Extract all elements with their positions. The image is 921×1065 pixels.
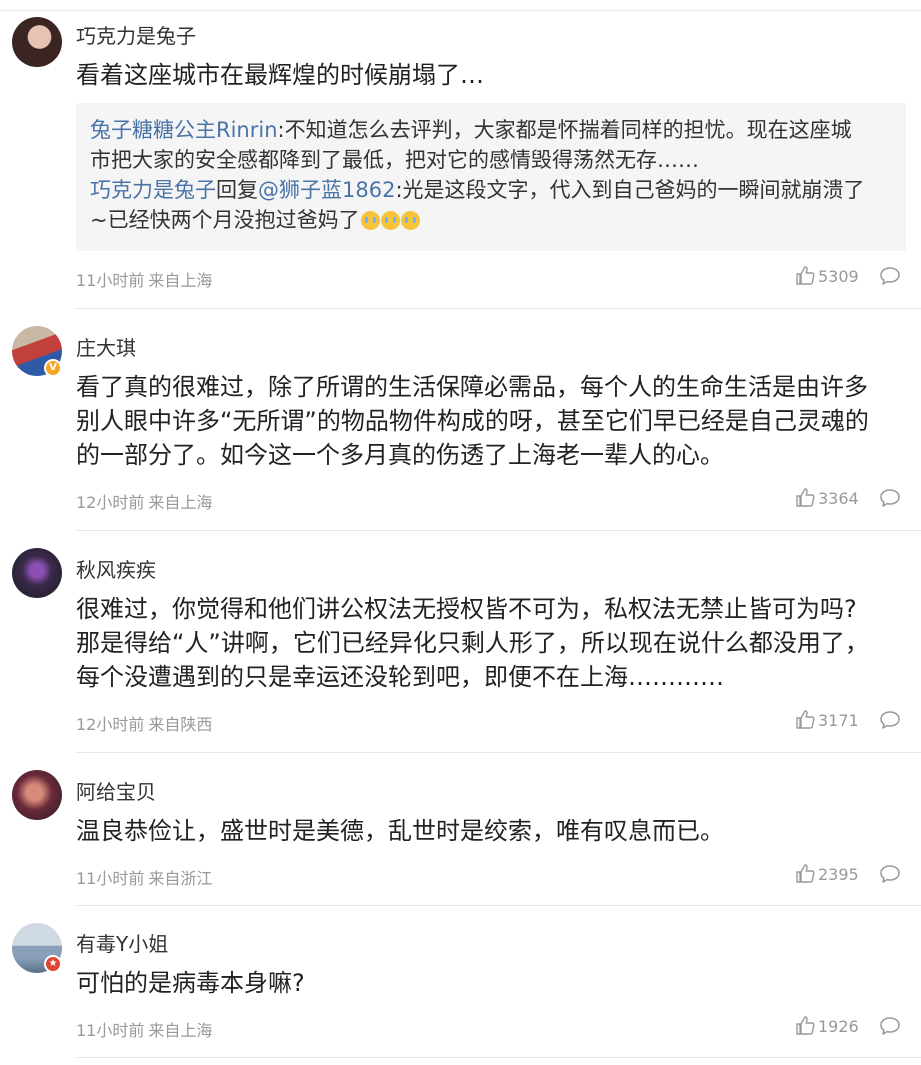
- comment-divider: [76, 530, 921, 531]
- comment-text-line: 别人眼中许多“无所谓”的物品物件构成的呀，甚至它们早已经是自己灵魂的: [76, 407, 869, 435]
- thumbs-up-icon: [796, 1016, 815, 1035]
- quote-line: 巧克力是兔子回复@狮子蓝1862:光是这段文字，代入到自己爸妈的一瞬间就崩溃了: [90, 175, 892, 205]
- mention-link[interactable]: 巧克力是兔子: [90, 178, 216, 202]
- username[interactable]: 有毒Y小姐: [76, 928, 168, 957]
- comment-feed: 巧克力是兔子 看着这座城市在最辉煌的时候崩塌了… 兔子糖糖公主Rinrin:不知…: [0, 0, 921, 1065]
- location: 来自上海: [148, 271, 213, 290]
- timestamp: 12小时前: [76, 715, 145, 734]
- member-badge-icon: ★: [44, 955, 62, 973]
- comment-meta: 12小时前 来自陕西: [76, 711, 212, 735]
- reply-button[interactable]: [879, 864, 901, 888]
- like-count: 5309: [818, 267, 859, 286]
- comment-text: 很难过，你觉得和他们讲公权法无授权皆不可为，私权法无禁止皆可为吗? 那是得给“人…: [76, 592, 906, 694]
- timestamp: 11小时前: [76, 1021, 145, 1040]
- timestamp: 11小时前: [76, 271, 145, 290]
- like-button[interactable]: 2395: [795, 864, 859, 884]
- quote-line: ~已经快两个月没抱过爸妈了: [90, 205, 892, 235]
- mention-link[interactable]: @狮子蓝1862: [258, 178, 395, 202]
- avatar[interactable]: [12, 17, 62, 67]
- comment-text-line: 很难过，你觉得和他们讲公权法无授权皆不可为，私权法无禁止皆可为吗?: [76, 595, 857, 623]
- comment-meta: 11小时前 来自浙江: [76, 865, 212, 889]
- like-button[interactable]: 5309: [795, 266, 859, 286]
- comment-meta: 11小时前 来自上海: [76, 1017, 212, 1041]
- quote-line: 兔子糖糖公主Rinrin:不知道怎么去评判，大家都是怀揣着同样的担忧。现在这座城: [90, 115, 892, 145]
- comment-bubble-icon: [880, 865, 900, 883]
- thumbs-up-icon: [796, 488, 815, 507]
- crying-emoji-icon: [380, 211, 400, 230]
- quote-line: 市把大家的安全感都降到了最低，把对它的感情毁得荡然无存……: [90, 148, 699, 172]
- location: 来自陕西: [148, 715, 213, 734]
- username[interactable]: 秋风疾疾: [76, 554, 156, 583]
- comment-bubble-icon: [880, 1017, 900, 1035]
- reply-button[interactable]: [879, 710, 901, 734]
- timestamp: 12小时前: [76, 493, 145, 512]
- crying-emoji-icon: [360, 211, 380, 230]
- top-divider: [0, 10, 921, 11]
- comment-text-line: 温良恭俭让，盛世时是美德，乱世时是绞索，唯有叹息而已。: [76, 817, 724, 845]
- comment-divider: [76, 1057, 921, 1058]
- like-count: 3364: [818, 489, 859, 508]
- reply-button[interactable]: [879, 488, 901, 512]
- like-button[interactable]: 3364: [795, 488, 859, 508]
- comment-meta: 11小时前 来自上海: [76, 267, 212, 291]
- reply-word: 回复: [216, 178, 258, 202]
- comment-text: 可怕的是病毒本身嘛?: [76, 966, 906, 1000]
- comment-divider: [76, 905, 921, 906]
- comment-bubble-icon: [880, 489, 900, 507]
- like-button[interactable]: 1926: [795, 1016, 859, 1036]
- quote-text: ~已经快两个月没抱过爸妈了: [90, 208, 360, 232]
- verified-badge-icon: V: [44, 359, 62, 377]
- comment-text: 看了真的很难过，除了所谓的生活保障必需品，每个人的生命生活是由许多 别人眼中许多…: [76, 370, 906, 472]
- username[interactable]: 巧克力是兔子: [76, 20, 196, 49]
- comment-text-line: 看着这座城市在最辉煌的时候崩塌了…: [76, 61, 484, 89]
- quoted-reply-thread[interactable]: 兔子糖糖公主Rinrin:不知道怎么去评判，大家都是怀揣着同样的担忧。现在这座城…: [76, 103, 906, 251]
- crying-emoji-icon: [400, 211, 420, 230]
- comment-meta: 12小时前 来自上海: [76, 489, 212, 513]
- like-count: 3171: [818, 711, 859, 730]
- username[interactable]: 庄大琪: [76, 332, 136, 361]
- comment-text-line: 看了真的很难过，除了所谓的生活保障必需品，每个人的生命生活是由许多: [76, 373, 868, 401]
- comment-text: 温良恭俭让，盛世时是美德，乱世时是绞索，唯有叹息而已。: [76, 814, 906, 848]
- avatar[interactable]: [12, 548, 62, 598]
- thumbs-up-icon: [796, 710, 815, 729]
- reply-button[interactable]: [879, 266, 901, 290]
- username[interactable]: 阿给宝贝: [76, 776, 156, 805]
- location: 来自上海: [148, 493, 213, 512]
- mention-link[interactable]: 兔子糖糖公主Rinrin: [90, 118, 278, 142]
- comment-text-line: 可怕的是病毒本身嘛?: [76, 969, 305, 997]
- comment-bubble-icon: [880, 267, 900, 285]
- comment-text-line: 的一部分了。如今这一个多月真的伤透了上海老一辈人的心。: [76, 441, 724, 469]
- like-count: 1926: [818, 1017, 859, 1036]
- quote-text: :不知道怎么去评判，大家都是怀揣着同样的担忧。现在这座城: [277, 118, 852, 142]
- thumbs-up-icon: [796, 266, 815, 285]
- timestamp: 11小时前: [76, 869, 145, 888]
- location: 来自上海: [148, 1021, 213, 1040]
- like-button[interactable]: 3171: [795, 710, 859, 730]
- comment-bubble-icon: [880, 711, 900, 729]
- location: 来自浙江: [148, 869, 213, 888]
- like-count: 2395: [818, 865, 859, 884]
- thumbs-up-icon: [796, 864, 815, 883]
- comment-text-line: 每个没遭遇到的只是幸运还没轮到吧，即便不在上海…………: [76, 663, 724, 691]
- comment-divider: [76, 752, 921, 753]
- comment-text-line: 那是得给“人”讲啊，它们已经异化只剩人形了，所以现在说什么都没用了，: [76, 629, 869, 657]
- reply-button[interactable]: [879, 1016, 901, 1040]
- quote-text: :光是这段文字，代入到自己爸妈的一瞬间就崩溃了: [395, 178, 865, 202]
- avatar[interactable]: [12, 770, 62, 820]
- comment-divider: [76, 308, 921, 309]
- comment-text: 看着这座城市在最辉煌的时候崩塌了…: [76, 58, 906, 92]
